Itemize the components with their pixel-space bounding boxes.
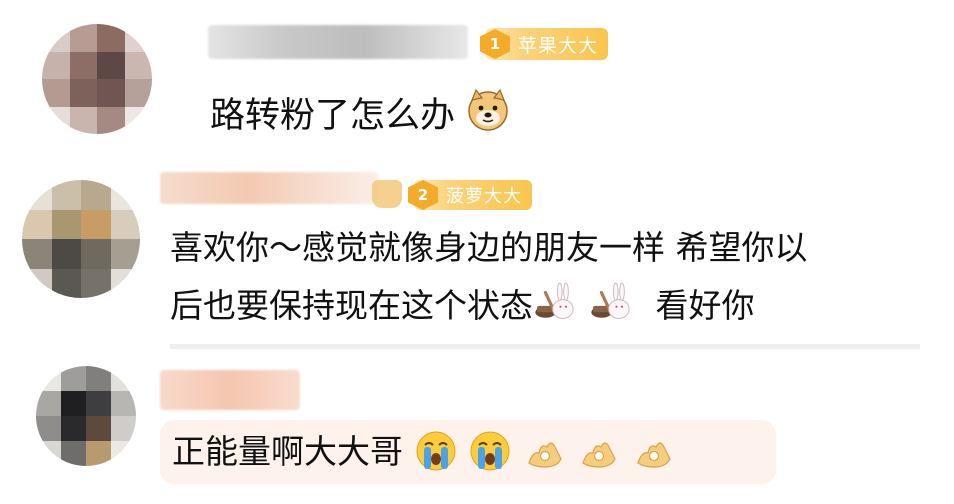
comment-text-line-2: 后也要保持现在这个状态 看好你 <box>170 278 755 334</box>
comment-item-2: 2 菠萝大大 喜欢你～感觉就像身边的朋友一样 希望你以 后也要保持现在这个状态 <box>0 160 954 350</box>
fan-badge[interactable]: 1 苹果大大 <box>480 28 609 60</box>
comment-text: 路转粉了怎么办 <box>210 88 518 144</box>
badge-label: 菠萝大大 <box>446 186 522 207</box>
rabbit-mortar-emoji <box>533 280 589 330</box>
badge-rank: 2 <box>408 180 438 210</box>
divider <box>170 344 920 349</box>
avatar[interactable] <box>22 180 140 298</box>
comment-item-1: 1 苹果大大 路转粉了怎么办 <box>0 0 954 160</box>
avatar[interactable] <box>42 24 152 134</box>
username-blurred[interactable] <box>160 172 378 204</box>
comment-text-line-1: 喜欢你～感觉就像身边的朋友一样 希望你以 <box>170 228 808 267</box>
fan-badge[interactable]: 2 菠萝大大 <box>408 180 532 210</box>
comment-text: 正能量啊大大哥 <box>172 424 676 480</box>
level-icon <box>372 180 402 208</box>
ok-hand-emoji <box>523 429 567 473</box>
crying-face-emoji <box>414 429 458 473</box>
ok-hand-emoji <box>632 429 676 473</box>
crying-face-emoji <box>468 429 512 473</box>
rabbit-mortar-emoji <box>589 280 645 330</box>
comment-item-3: 正能量啊大大哥 <box>0 350 954 504</box>
username-blurred[interactable] <box>208 25 468 59</box>
badge-rank: 1 <box>480 29 510 59</box>
doge-emoji <box>466 88 518 140</box>
badge-label: 苹果大大 <box>518 34 599 57</box>
ok-hand-emoji <box>577 429 621 473</box>
username-blurred[interactable] <box>160 370 300 410</box>
avatar[interactable] <box>36 366 136 466</box>
